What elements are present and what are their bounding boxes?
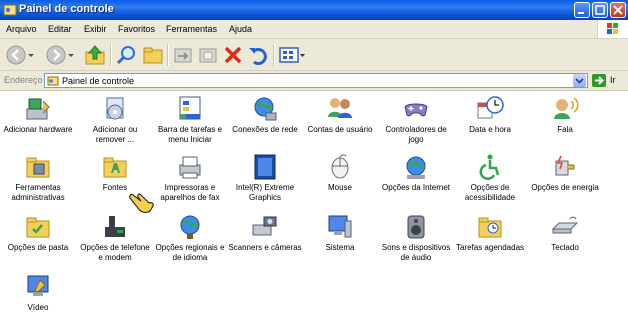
item-opcoes-de-energia[interactable]: Opções de energia — [527, 153, 603, 193]
item-fala[interactable]: Fala — [527, 95, 603, 135]
item-opcoes-de-telefone-e-modem[interactable]: Opções de telefone e modem — [77, 213, 153, 263]
item-controladores-de-jogo[interactable]: Controladores de jogo — [378, 95, 454, 145]
windows-logo — [597, 20, 628, 38]
fonts-folder-icon — [103, 157, 127, 178]
item-conexoes-de-rede[interactable]: Conexões de rede — [227, 95, 303, 135]
menu-exibir[interactable]: Exibir — [84, 24, 107, 34]
back-button[interactable] — [5, 44, 35, 66]
folders-button[interactable] — [141, 44, 165, 66]
menu-arquivo[interactable]: Arquivo — [6, 24, 37, 34]
maximize-button[interactable] — [592, 2, 608, 18]
folder-options-icon — [26, 217, 50, 238]
item-intel-extreme-graphics[interactable]: Intel(R) Extreme Graphics — [227, 153, 303, 203]
undo-button[interactable] — [247, 44, 269, 66]
item-contas-de-usuario[interactable]: Contas de usuário — [302, 95, 378, 135]
user-accounts-icon — [328, 98, 352, 118]
search-button[interactable] — [115, 44, 139, 66]
admin-tools-icon — [26, 157, 50, 178]
add-remove-programs-icon — [106, 97, 124, 120]
close-icon — [613, 5, 623, 15]
toolbar-separator — [110, 44, 112, 66]
scanners-cameras-icon — [252, 216, 277, 236]
item-mouse[interactable]: Mouse — [302, 153, 378, 193]
item-tarefas-agendadas[interactable]: Tarefas agendadas — [452, 213, 528, 253]
toolbar-separator — [273, 44, 275, 66]
minimize-button[interactable] — [574, 2, 590, 18]
game-controllers-icon — [404, 103, 428, 117]
delete-button[interactable] — [222, 44, 244, 66]
printers-icon — [179, 156, 201, 179]
control-panel-items: Adicionar hardware Adicionar ou remover … — [0, 91, 628, 323]
mouse-icon — [331, 154, 349, 179]
hand-cursor-icon — [129, 193, 154, 213]
keyboard-icon — [551, 216, 579, 234]
menu-favoritos[interactable]: Favoritos — [118, 24, 155, 34]
views-button[interactable] — [278, 44, 306, 66]
item-fontes[interactable]: Fontes — [77, 153, 153, 193]
go-arrow-icon — [595, 76, 604, 85]
window-title: Painel de controle — [19, 3, 114, 15]
address-field[interactable]: Painel de controle — [44, 73, 588, 88]
item-data-e-hora[interactable]: Data e hora — [452, 95, 528, 135]
sounds-audio-icon — [407, 215, 425, 239]
scheduled-tasks-icon — [478, 217, 502, 238]
item-opcoes-de-acessibilidade[interactable]: Opções de acessibilidade — [452, 153, 528, 203]
item-impressoras-e-fax[interactable]: Impressoras e aparelhos de fax — [152, 153, 228, 203]
menu-ferramentas[interactable]: Ferramentas — [166, 24, 217, 34]
item-adicionar-hardware[interactable]: Adicionar hardware — [0, 95, 76, 135]
address-label: Endereço — [4, 75, 43, 85]
address-value: Painel de controle — [62, 76, 135, 86]
windows-flag-icon — [607, 23, 618, 34]
regional-options-icon — [180, 215, 200, 239]
hardware-icon — [26, 98, 50, 120]
speech-icon — [554, 97, 579, 119]
go-button[interactable] — [592, 74, 606, 87]
maximize-icon — [595, 5, 605, 15]
item-teclado[interactable]: Teclado — [527, 213, 603, 253]
close-button[interactable] — [610, 2, 626, 18]
power-options-icon — [555, 155, 575, 176]
go-label[interactable]: Ir — [610, 75, 616, 85]
internet-options-icon — [406, 156, 426, 179]
network-connections-icon — [254, 97, 277, 121]
minimize-icon — [578, 12, 584, 14]
title-bar: Painel de controle — [0, 0, 628, 20]
toolbar-separator — [167, 44, 169, 66]
item-adicionar-remover[interactable]: Adicionar ou remover ... — [77, 95, 153, 145]
address-bar: Endereço Painel de controle Ir — [0, 71, 628, 91]
forward-button[interactable] — [45, 44, 75, 66]
item-opcoes-regionais[interactable]: Opções regionais e de idioma — [152, 213, 228, 263]
copy-to-button[interactable] — [197, 44, 219, 66]
item-opcoes-de-pasta[interactable]: Opções de pasta — [0, 213, 76, 253]
taskbar-icon — [179, 96, 201, 120]
item-opcoes-da-internet[interactable]: Opções da Internet — [378, 153, 454, 193]
up-folder-button[interactable] — [84, 44, 106, 66]
chevron-down-icon — [575, 78, 584, 84]
item-scanners-e-cameras[interactable]: Scanners e câmeras — [227, 213, 303, 253]
item-sistema[interactable]: Sistema — [302, 213, 378, 253]
date-time-icon — [477, 96, 504, 119]
menu-bar: Arquivo Editar Exibir Favoritos Ferramen… — [0, 20, 628, 39]
item-barra-de-tarefas[interactable]: Barra de tarefas e menu Iniciar — [152, 95, 228, 145]
control-panel-icon — [47, 76, 59, 86]
item-sons-e-audio[interactable]: Sons e dispositivos de áudio — [378, 213, 454, 263]
intel-graphics-icon — [254, 154, 276, 180]
control-panel-icon — [3, 4, 17, 16]
menu-ajuda[interactable]: Ajuda — [229, 24, 252, 34]
address-dropdown-button[interactable] — [573, 74, 586, 87]
item-ferramentas-administrativas[interactable]: Ferramentas administrativas — [0, 153, 76, 203]
toolbar — [0, 39, 628, 71]
accessibility-icon — [479, 154, 500, 180]
system-icon — [328, 215, 352, 238]
video-icon — [27, 275, 49, 296]
menu-editar[interactable]: Editar — [48, 24, 72, 34]
move-to-button[interactable] — [172, 44, 194, 66]
item-video[interactable]: Vídeo — [0, 273, 76, 313]
